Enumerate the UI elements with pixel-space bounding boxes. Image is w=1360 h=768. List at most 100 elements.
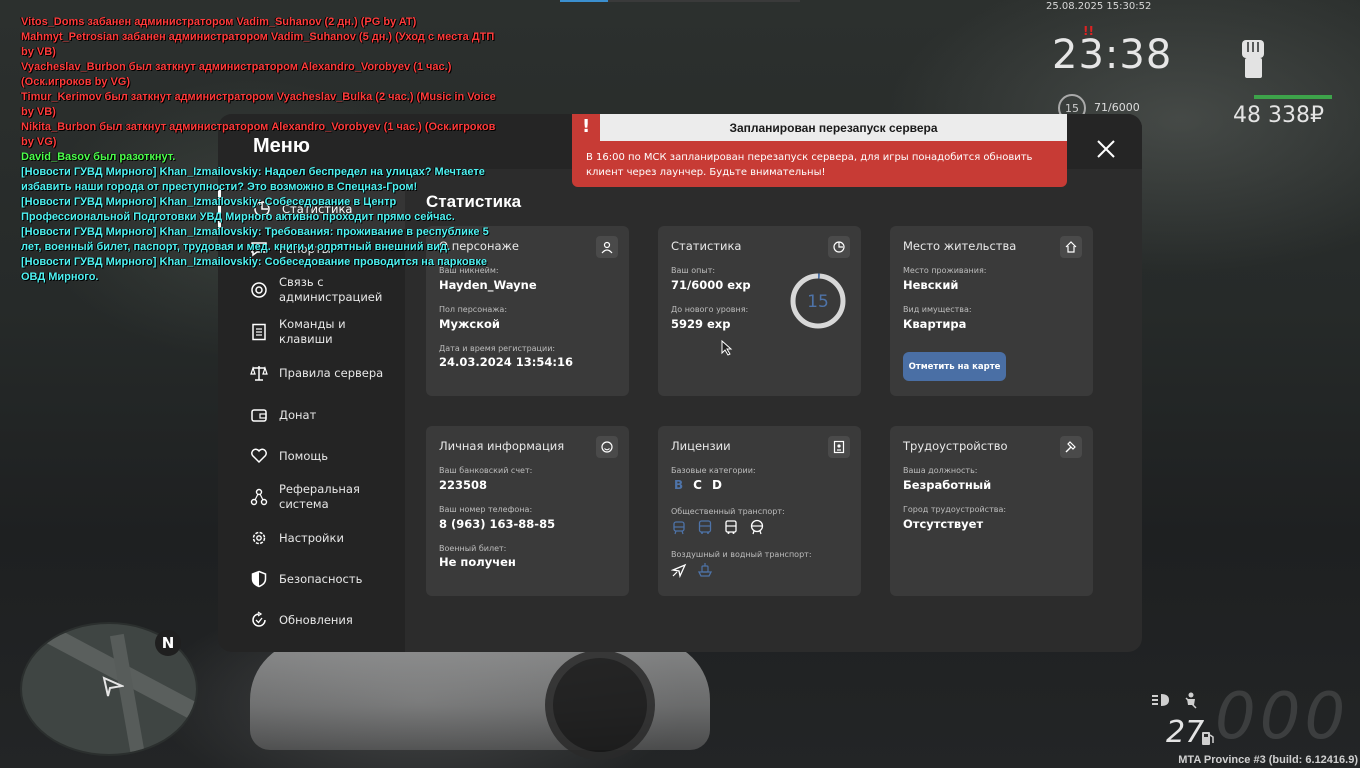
nav-item-help[interactable]: Помощь (218, 436, 405, 476)
chat-message: [Новости ГУВД Мирного] Khan_Izmailovskiy… (21, 166, 485, 193)
fuel-icon (1202, 732, 1214, 745)
nav-label: Помощь (279, 448, 329, 463)
exp-value: 71/6000 exp (671, 278, 751, 292)
card-title: Личная информация (439, 439, 565, 453)
next-level-value: 5929 exp (671, 317, 731, 331)
residence-value: Невский (903, 278, 959, 292)
mark-on-map-button[interactable]: Отметить на карте (903, 352, 1006, 381)
notification-body: В 16:00 по МСК запланирован перезапуск с… (586, 152, 1033, 178)
gender-value: Мужской (439, 317, 500, 331)
fist-icon (1242, 40, 1264, 78)
card-icon-button (828, 236, 850, 258)
military-id-value: Не получен (439, 555, 516, 569)
chat-message: Timur_Kerimov был заткнут администраторо… (21, 91, 496, 118)
gear-icon (252, 531, 266, 545)
refresh-icon (252, 611, 266, 627)
chat-message: David_Basov был разоткнут. (21, 151, 176, 163)
airplane-icon (671, 563, 687, 578)
chat-message: Nikita_Burbon был заткнут администраторо… (21, 121, 496, 148)
notification-title: Запланирован перезапуск сервера (600, 114, 1067, 141)
nav-item-settings[interactable]: Настройки (218, 518, 405, 558)
level-progress-ring: 15 (790, 273, 846, 329)
referral-icon (250, 488, 268, 506)
license-categories: B C D (674, 478, 722, 492)
heart-handshake-icon (251, 448, 267, 464)
registration-value: 24.03.2024 13:54:16 (439, 355, 573, 369)
card-title: Трудоустройство (903, 439, 1008, 453)
bank-account-value: 223508 (439, 478, 488, 492)
close-menu-button[interactable] (1093, 136, 1119, 162)
face-icon (601, 441, 613, 453)
bus-icon (698, 520, 712, 534)
hud-clock: 23:38 (1052, 32, 1173, 78)
nav-item-referral[interactable]: Реферальная система (218, 477, 405, 517)
field-label: Воздушный и водный транспорт: (671, 550, 812, 559)
scales-icon (250, 366, 268, 381)
nav-label: Команды и клавиши (279, 317, 346, 346)
license-category-b: B (674, 478, 684, 492)
chat-message: [Новости ГУВД Мирного] Khan_Izmailovskiy… (21, 196, 455, 223)
job-position-value: Безработный (903, 478, 992, 492)
field-label: Ваша должность: (903, 466, 978, 475)
seatbelt-icon (1185, 692, 1197, 709)
field-label: Вид имущества: (903, 305, 972, 314)
nav-label: Обновления (279, 612, 353, 627)
nav-label: Безопасность (279, 571, 363, 586)
hud-exp: 71/6000 (1094, 101, 1140, 114)
minimap-north: N (155, 630, 181, 656)
field-label: До нового уровня: (671, 305, 749, 314)
chat-message: Vyacheslav_Burbon был заткнут администра… (21, 61, 452, 88)
nav-item-security[interactable]: Безопасность (218, 559, 405, 599)
nav-label: Правила сервера (279, 365, 384, 380)
chat-message: Vitos_Doms забанен администратором Vadim… (21, 16, 417, 28)
house-icon (1065, 241, 1077, 253)
field-label: Ваш опыт: (671, 266, 716, 275)
chat-message: [Новости ГУВД Мирного] Khan_Izmailovskiy… (21, 256, 487, 283)
air-water-licenses (671, 562, 713, 578)
card-title: Место жительства (903, 239, 1017, 253)
mouse-cursor-icon (721, 340, 733, 356)
chat-message: [Новости ГУВД Мирного] Khan_Izmailovskiy… (21, 226, 489, 253)
player-arrow-icon (102, 676, 124, 697)
card-icon-button (828, 436, 850, 458)
card-personal: Личная информация Ваш банковский счет: 2… (426, 426, 629, 596)
card-icon-button (596, 436, 618, 458)
card-licenses: Лицензии Базовые категории: B C D Общест… (658, 426, 861, 596)
vehicle-wheel (545, 650, 655, 760)
phone-value: 8 (963) 163-88-85 (439, 517, 556, 531)
document-icon (252, 323, 266, 341)
user-card-icon (601, 241, 613, 254)
hud-money: 48 338₽ (1233, 103, 1324, 128)
alert-icon: ! (582, 116, 591, 137)
train-icon (750, 519, 764, 535)
card-icon-button (1060, 436, 1082, 458)
chat-message: Mahmyt_Petrosian забанен администратором… (21, 31, 495, 58)
license-category-c: C (693, 478, 702, 492)
public-transport-licenses (671, 519, 765, 535)
vehicle-status-icons (1151, 692, 1199, 710)
card-stats: Статистика Ваш опыт: 71/6000 exp До ново… (658, 226, 861, 396)
speedometer-ghost-digits: 000 (1215, 680, 1350, 754)
field-label: Город трудоустройства: (903, 505, 1007, 514)
headlight-icon (1152, 694, 1169, 706)
top-progress-fill (560, 0, 608, 2)
field-label: Базовые категории: (671, 466, 756, 475)
card-title: Статистика (671, 239, 742, 253)
trolleybus-icon (725, 520, 737, 534)
field-label: Военный билет: (439, 544, 507, 553)
nav-item-rules[interactable]: Правила сервера (218, 353, 405, 393)
field-label: Ваш номер телефона: (439, 505, 533, 514)
chat-log: Vitos_Doms забанен администратором Vadim… (21, 15, 496, 285)
field-label: Место проживания: (903, 266, 987, 275)
field-label: Дата и время регистрации: (439, 344, 556, 353)
health-bar (1254, 95, 1332, 99)
hud-date: 25.08.2025 15:30:52 (1046, 1, 1152, 12)
license-icon (833, 440, 845, 454)
nav-item-donate[interactable]: Донат (218, 395, 405, 435)
nav-item-commands[interactable]: Команды и клавиши (218, 312, 405, 352)
nav-item-updates[interactable]: Обновления (218, 600, 405, 640)
card-title: Лицензии (671, 439, 731, 453)
card-icon-button (596, 236, 618, 258)
nav-label: Настройки (279, 530, 344, 545)
field-label: Пол персонажа: (439, 305, 508, 314)
